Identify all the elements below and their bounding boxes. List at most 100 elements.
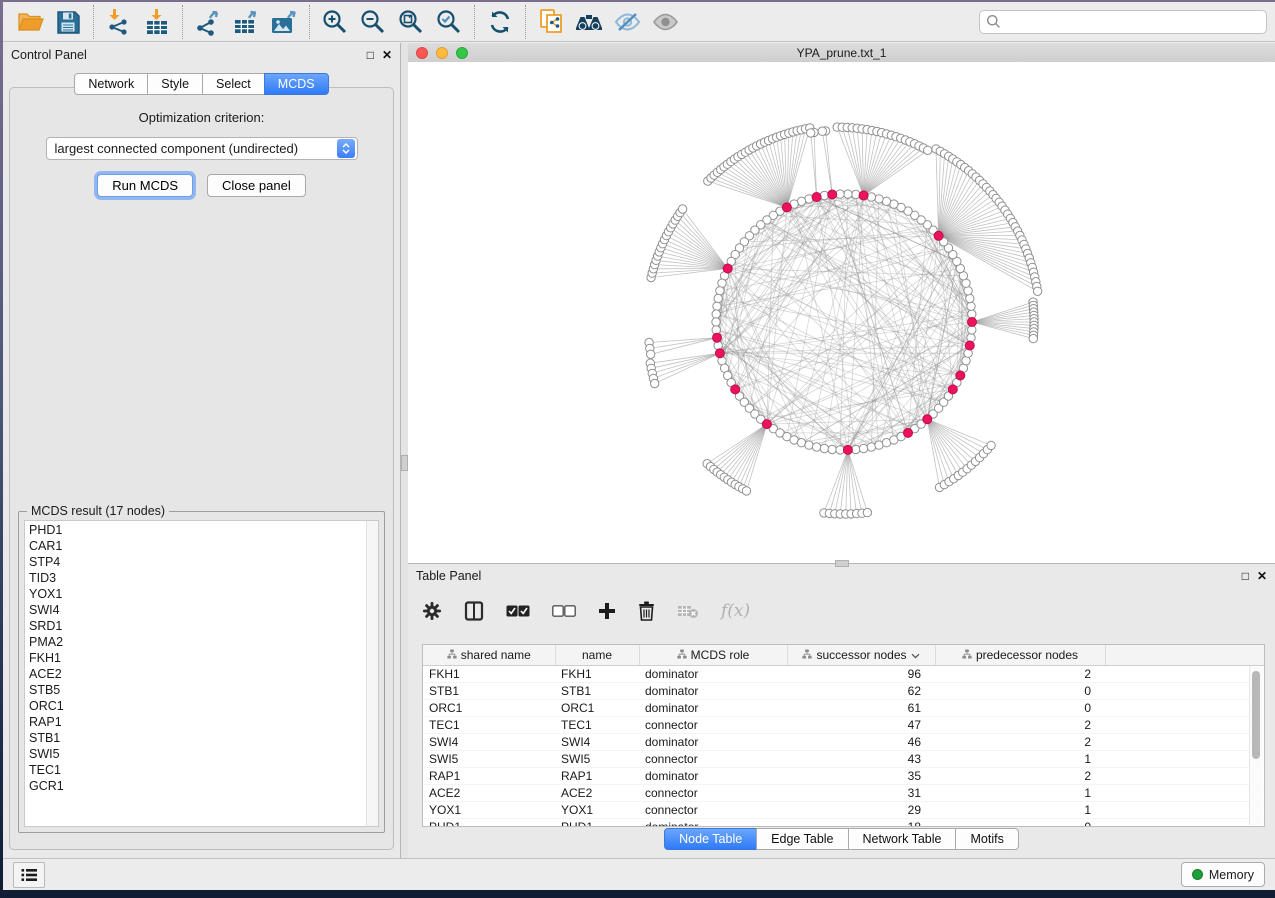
cell[interactable]: dominator [639, 666, 787, 683]
column-header-successor-nodes[interactable]: successor nodes [787, 645, 935, 666]
float-panel-icon[interactable]: □ [367, 49, 374, 61]
cell[interactable]: dominator [639, 734, 787, 751]
criterion-dropdown[interactable]: largest connected component (undirected) [46, 137, 358, 160]
table-row[interactable]: RAP1RAP1dominator352 [423, 768, 1264, 785]
cell[interactable]: 47 [787, 717, 935, 734]
cell[interactable]: dominator [639, 768, 787, 785]
cell[interactable]: 0 [935, 700, 1105, 717]
cell[interactable]: 0 [935, 683, 1105, 700]
node-table[interactable]: shared namenameMCDS rolesuccessor nodesp… [422, 644, 1265, 827]
mcds-result-item[interactable]: SWI4 [29, 602, 366, 618]
mcds-result-list[interactable]: PHD1CAR1STP4TID3YOX1SWI4SRD1PMA2FKH1ACE2… [24, 520, 379, 827]
mcds-result-item[interactable]: GCR1 [29, 778, 366, 794]
network-window-titlebar[interactable]: YPA_prune.txt_1 [408, 43, 1275, 63]
tab-network[interactable]: Network [74, 73, 148, 95]
settings-gear-icon[interactable] [422, 601, 442, 621]
search-box[interactable] [979, 10, 1267, 34]
table-row[interactable]: STB1STB1dominator620 [423, 683, 1264, 700]
mcds-result-item[interactable]: TID3 [29, 570, 366, 586]
cell[interactable]: dominator [639, 819, 787, 828]
task-history-button[interactable] [13, 862, 45, 888]
cell[interactable]: ACE2 [555, 785, 639, 802]
cell[interactable]: PHD1 [423, 819, 555, 828]
table-row[interactable]: YOX1YOX1connector291 [423, 802, 1264, 819]
cell[interactable]: YOX1 [555, 802, 639, 819]
column-header-predecessor-nodes[interactable]: predecessor nodes [935, 645, 1105, 666]
network-canvas[interactable] [408, 62, 1275, 563]
table-row[interactable]: ACE2ACE2connector311 [423, 785, 1264, 802]
mcds-result-item[interactable]: YOX1 [29, 586, 366, 602]
cell[interactable]: FKH1 [423, 666, 555, 683]
select-all-rows-icon[interactable] [506, 605, 530, 618]
zoom-fit-icon[interactable] [392, 5, 430, 39]
mcds-result-item[interactable]: RAP1 [29, 714, 366, 730]
import-network-icon[interactable] [100, 5, 138, 39]
cell[interactable]: 2 [935, 734, 1105, 751]
cell[interactable]: connector [639, 785, 787, 802]
cell[interactable]: 1 [935, 785, 1105, 802]
cell[interactable]: 29 [787, 802, 935, 819]
cell[interactable]: dominator [639, 683, 787, 700]
delete-column-icon[interactable] [638, 601, 655, 621]
cell[interactable]: connector [639, 751, 787, 768]
mcds-result-item[interactable]: SRD1 [29, 618, 366, 634]
cell[interactable]: 0 [935, 819, 1105, 828]
export-table-icon[interactable] [227, 5, 265, 39]
mcds-result-item[interactable]: PMA2 [29, 634, 366, 650]
open-file-icon[interactable] [11, 5, 49, 39]
tab-style[interactable]: Style [147, 73, 203, 95]
mcds-result-item[interactable]: ACE2 [29, 666, 366, 682]
column-header-MCDS-role[interactable]: MCDS role [639, 645, 787, 666]
cell[interactable]: ORC1 [555, 700, 639, 717]
add-column-icon[interactable] [598, 602, 616, 620]
first-neighbors-icon[interactable] [570, 5, 608, 39]
zoom-out-icon[interactable] [354, 5, 392, 39]
cell[interactable]: PHD1 [555, 819, 639, 828]
table-tab-edge-table[interactable]: Edge Table [756, 828, 848, 850]
show-all-icon[interactable] [646, 5, 684, 39]
mcds-result-item[interactable]: TEC1 [29, 762, 366, 778]
cell[interactable]: 35 [787, 768, 935, 785]
splitter-grip[interactable] [401, 455, 408, 471]
close-panel-icon[interactable]: ✕ [382, 49, 392, 61]
float-table-panel-icon[interactable]: □ [1242, 570, 1249, 582]
cell[interactable]: FKH1 [555, 666, 639, 683]
cell[interactable]: 43 [787, 751, 935, 768]
table-row[interactable]: TEC1TEC1connector472 [423, 717, 1264, 734]
table-row[interactable]: SWI4SWI4dominator462 [423, 734, 1264, 751]
memory-button[interactable]: Memory [1181, 862, 1265, 887]
mcds-result-item[interactable]: STP4 [29, 554, 366, 570]
columns-icon[interactable] [464, 601, 484, 621]
function-builder-icon[interactable]: f(x) [721, 601, 750, 621]
close-panel-button[interactable]: Close panel [207, 174, 306, 197]
cell[interactable]: SWI4 [423, 734, 555, 751]
delete-table-icon[interactable] [677, 604, 699, 619]
cell[interactable]: 61 [787, 700, 935, 717]
cell[interactable]: 46 [787, 734, 935, 751]
close-table-panel-icon[interactable]: ✕ [1257, 570, 1267, 582]
table-tab-network-table[interactable]: Network Table [848, 828, 957, 850]
cell[interactable]: ORC1 [423, 700, 555, 717]
cell[interactable]: dominator [639, 700, 787, 717]
mcds-result-item[interactable]: STB5 [29, 682, 366, 698]
refresh-icon[interactable] [481, 5, 519, 39]
cell[interactable]: 31 [787, 785, 935, 802]
cell[interactable]: SWI5 [555, 751, 639, 768]
cell[interactable]: 2 [935, 768, 1105, 785]
mcds-result-item[interactable]: PHD1 [29, 522, 366, 538]
table-row[interactable]: SWI5SWI5connector431 [423, 751, 1264, 768]
cell[interactable]: TEC1 [423, 717, 555, 734]
run-mcds-button[interactable]: Run MCDS [97, 174, 193, 197]
table-scrollbar[interactable] [1249, 666, 1263, 825]
table-row[interactable]: ORC1ORC1dominator610 [423, 700, 1264, 717]
cell[interactable]: STB1 [423, 683, 555, 700]
cell[interactable]: SWI5 [423, 751, 555, 768]
deselect-all-rows-icon[interactable] [552, 605, 576, 618]
tab-select[interactable]: Select [202, 73, 265, 95]
table-tab-motifs[interactable]: Motifs [955, 828, 1018, 850]
cell[interactable]: SWI4 [555, 734, 639, 751]
zoom-in-icon[interactable] [316, 5, 354, 39]
save-icon[interactable] [49, 5, 87, 39]
mcds-list-scrollbar[interactable] [366, 521, 378, 826]
cell[interactable]: 2 [935, 666, 1105, 683]
